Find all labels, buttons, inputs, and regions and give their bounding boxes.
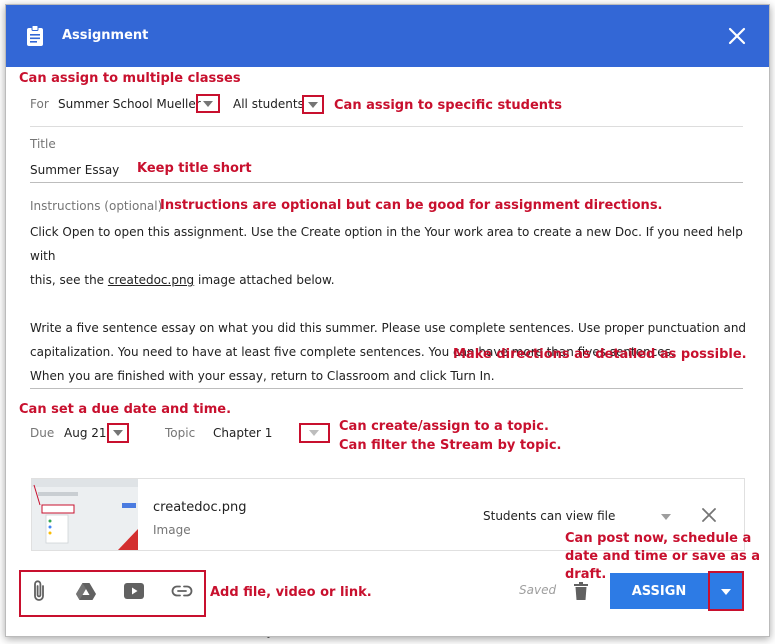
dialog-title: Assignment <box>62 28 149 43</box>
instructions-underline <box>30 388 743 389</box>
annotation-specific-students: Can assign to specific students <box>334 98 562 113</box>
close-icon[interactable] <box>728 27 746 50</box>
instructions-line: When you are finished with your essay, r… <box>30 369 495 383</box>
instructions-line: this, see the createdoc.png image attach… <box>30 273 335 287</box>
dialog-header: Assignment <box>6 5 769 67</box>
class-chevron-down-icon[interactable] <box>203 101 213 107</box>
instructions-line: Click Open to open this assignment. Use … <box>30 225 743 263</box>
youtube-icon[interactable] <box>124 583 144 604</box>
link-icon[interactable] <box>171 584 193 602</box>
annotation-instructions-optional: Instructions are optional but can be goo… <box>160 198 663 213</box>
paperclip-icon[interactable] <box>31 579 47 608</box>
trash-icon[interactable] <box>574 582 588 605</box>
annotation-due-date: Can set a due date and time. <box>19 402 232 417</box>
remove-attachment-icon[interactable] <box>702 508 716 527</box>
annotation-title-short: Keep title short <box>137 161 252 176</box>
due-chevron-down-icon[interactable] <box>113 430 123 436</box>
assignment-dialog: Assignment Can assign to multiple classe… <box>5 4 770 637</box>
annotation-multiple-classes: Can assign to multiple classes <box>19 71 241 86</box>
due-label: Due <box>30 426 55 440</box>
students-select[interactable]: All students <box>233 97 304 111</box>
clipboard-icon <box>26 25 44 52</box>
attachment-name: createdoc.png <box>153 500 247 515</box>
google-drive-icon[interactable] <box>76 583 96 605</box>
topic-select[interactable]: Chapter 1 <box>213 426 272 440</box>
annotation-post-3: draft. <box>565 567 607 582</box>
topic-chevron-down-icon[interactable] <box>309 430 319 436</box>
assign-button[interactable]: ASSIGN <box>610 573 708 609</box>
annotation-topic-1: Can create/assign to a topic. <box>339 419 549 434</box>
annotation-post-2: date and time or save as a <box>565 549 761 564</box>
annotation-topic-2: Can filter the Stream by topic. <box>339 438 562 453</box>
class-select[interactable]: Summer School Mueller <box>58 97 201 111</box>
title-input[interactable]: Summer Essay <box>30 163 119 177</box>
title-underline <box>30 182 743 183</box>
instructions-line: Write a five sentence essay on what you … <box>30 321 747 335</box>
createdoc-link[interactable]: createdoc.png <box>108 273 194 287</box>
instructions-input[interactable]: Click Open to open this assignment. Use … <box>30 220 750 364</box>
instructions-label: Instructions (optional) <box>30 199 163 213</box>
topic-label: Topic <box>165 426 196 440</box>
saved-status: Saved <box>519 583 557 597</box>
annotation-post-1: Can post now, schedule a <box>565 531 752 546</box>
divider <box>30 126 743 127</box>
title-label: Title <box>30 137 56 151</box>
for-label: For <box>30 97 49 111</box>
annotation-add-file: Add file, video or link. <box>210 585 372 600</box>
attachment-type: Image <box>153 523 191 537</box>
attachment-thumbnail <box>32 479 138 550</box>
assign-options-highlight <box>708 571 744 611</box>
due-date-select[interactable]: Aug 21 <box>64 426 107 440</box>
permission-chevron-down-icon[interactable] <box>661 514 671 520</box>
students-chevron-down-icon[interactable] <box>308 102 318 108</box>
permission-select[interactable]: Students can view file <box>483 509 615 523</box>
annotation-detailed: Make directions as detailed as possible. <box>453 347 747 362</box>
